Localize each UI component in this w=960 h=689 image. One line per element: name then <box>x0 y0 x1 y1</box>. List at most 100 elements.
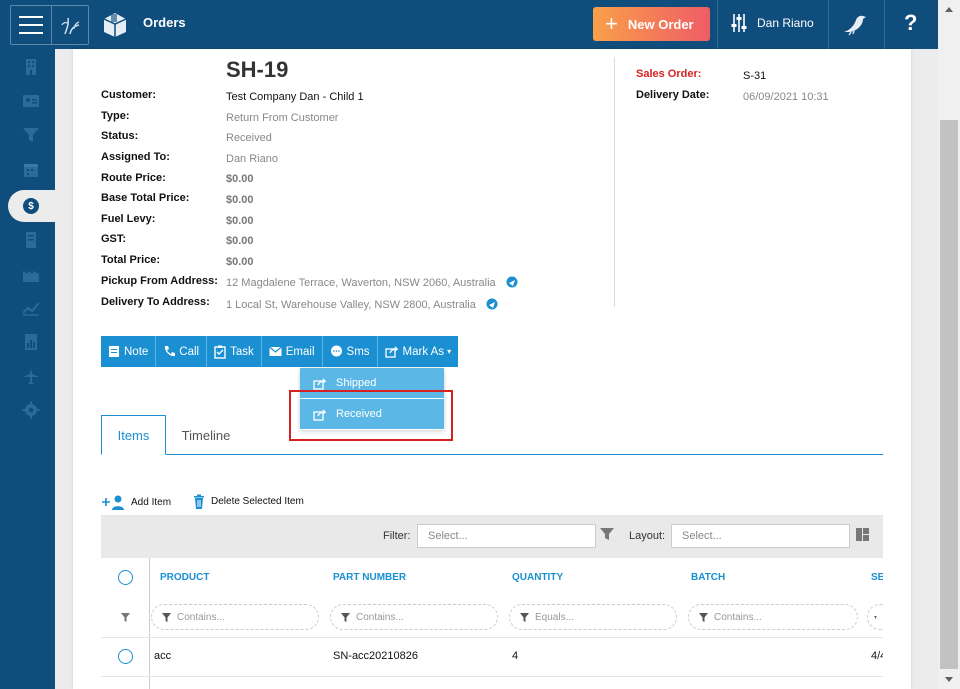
delivery-address-label: Delivery To Address: <box>101 296 210 308</box>
filter-icon <box>874 615 877 619</box>
add-item-button[interactable]: Add Item <box>101 494 171 510</box>
mark-as-button[interactable]: Mark As ▾ <box>377 336 459 367</box>
sidebar-item-calendar[interactable] <box>20 159 42 181</box>
order-detail-card <box>73 49 911 689</box>
sidebar-item-contacts[interactable] <box>20 90 42 112</box>
sidebar-item-filters[interactable] <box>20 124 42 146</box>
delivery-date-value: 06/09/2021 10:31 <box>743 91 829 103</box>
page-title: Orders <box>143 15 186 30</box>
funnel-icon[interactable] <box>600 527 614 541</box>
total-price-value: $0.00 <box>226 256 254 268</box>
row-truncated: 4/4 <box>871 650 883 662</box>
row-quantity: 4 <box>512 650 519 662</box>
sidebar-item-settings[interactable] <box>20 399 42 421</box>
base-total-price-value: $0.00 <box>226 194 254 206</box>
select-all-checkbox[interactable] <box>118 570 133 585</box>
gst-value: $0.00 <box>226 235 254 247</box>
sales-order-value[interactable]: S-31 <box>743 70 766 82</box>
id-card-icon <box>23 95 39 107</box>
envelope-icon <box>268 346 282 356</box>
help-button[interactable]: ? <box>904 10 917 36</box>
building-icon <box>26 59 36 75</box>
tab-items[interactable]: Items <box>101 415 166 455</box>
filter-select[interactable]: Select... <box>417 524 596 548</box>
map-pin-icon[interactable] <box>505 276 519 290</box>
package-icon <box>103 13 127 37</box>
hamburger-icon[interactable] <box>19 16 43 34</box>
base-total-price-label: Base Total Price: <box>101 192 190 204</box>
assigned-to-value: Dan Riano <box>226 153 278 165</box>
new-order-button[interactable]: + New Order <box>593 7 710 41</box>
customer-label: Customer: <box>101 89 157 101</box>
quantity-filter[interactable]: Equals... <box>509 604 677 630</box>
batch-filter[interactable]: Contains... <box>688 604 858 630</box>
filter-icon[interactable] <box>121 613 130 622</box>
layout-select[interactable]: Select... <box>671 524 850 548</box>
email-label: Email <box>285 345 315 358</box>
sidebar-item-buildings[interactable] <box>20 56 42 78</box>
row-checkbox[interactable] <box>118 649 133 664</box>
column-header-product[interactable]: PRODUCT <box>160 572 209 583</box>
user-menu[interactable]: Dan Riano <box>731 13 814 33</box>
filter-icon <box>23 128 39 142</box>
menu-toggle[interactable] <box>10 5 89 45</box>
chat-bubble-icon <box>330 345 342 357</box>
new-order-label: New Order <box>627 16 694 32</box>
caret-down-icon: ▾ <box>447 347 452 356</box>
call-label: Call <box>179 345 200 358</box>
delete-selected-button[interactable]: Delete Selected Item <box>193 494 304 509</box>
plane-icon <box>23 368 39 384</box>
sms-button[interactable]: Sms <box>322 336 378 367</box>
column-header-quantity[interactable]: QUANTITY <box>512 572 563 583</box>
email-button[interactable]: Email <box>261 336 323 367</box>
add-item-label: Add Item <box>131 496 172 508</box>
type-value: Return From Customer <box>226 112 339 124</box>
page-scrollbar[interactable] <box>938 0 960 689</box>
sidebar-item-warehouse[interactable] <box>20 263 42 285</box>
pickup-address-label: Pickup From Address: <box>101 275 218 287</box>
bird-icon[interactable] <box>842 12 868 36</box>
gear-icon <box>22 401 40 419</box>
status-label: Status: <box>101 130 139 142</box>
task-button[interactable]: Task <box>207 336 262 367</box>
brand-logo-icon <box>61 17 80 35</box>
scroll-thumb[interactable] <box>940 120 958 669</box>
mark-as-label: Mark As <box>402 345 445 358</box>
top-bar: Orders + New Order Dan Riano ? <box>0 0 938 49</box>
sidebar-item-integrations[interactable] <box>20 365 42 387</box>
sidebar-item-documents[interactable] <box>20 229 42 251</box>
factory-icon <box>23 271 39 282</box>
delete-selected-label: Delete Selected Item <box>211 496 304 507</box>
product-filter[interactable]: Contains... <box>151 604 319 630</box>
fuel-levy-label: Fuel Levy: <box>101 213 156 225</box>
sales-order-label: Sales Order: <box>636 68 702 80</box>
tab-timeline[interactable]: Timeline <box>166 415 246 455</box>
map-pin-icon[interactable] <box>485 298 499 312</box>
quantity-filter-placeholder: Equals... <box>535 611 574 623</box>
document-icon <box>26 232 36 248</box>
trash-icon <box>194 494 204 509</box>
phone-icon <box>165 346 176 357</box>
status-value: Received <box>226 132 272 144</box>
note-button[interactable]: Note <box>101 336 157 367</box>
filter-icon <box>341 612 350 622</box>
column-header-part-number[interactable]: PART NUMBER <box>333 572 406 583</box>
route-price-value: $0.00 <box>226 173 254 185</box>
sidebar-item-analytics[interactable] <box>20 297 42 319</box>
scroll-down-button[interactable] <box>938 669 960 689</box>
share-icon <box>384 346 399 358</box>
note-label: Note <box>124 345 149 358</box>
sidebar-item-reports[interactable] <box>20 331 42 353</box>
scroll-up-button[interactable] <box>938 0 960 20</box>
layout-grid-icon[interactable] <box>856 528 869 541</box>
column-header-batch[interactable]: BATCH <box>691 572 725 583</box>
delivery-address-row: 1 Local St, Warehouse Valley, NSW 2800, … <box>226 298 499 312</box>
sidebar-item-orders[interactable]: $ <box>8 190 55 222</box>
filter-label: Filter: <box>383 530 411 542</box>
column-header-truncated[interactable]: SE <box>871 572 883 583</box>
row-product: acc <box>154 650 172 662</box>
highlight-box <box>289 390 453 441</box>
part-number-filter[interactable]: Contains... <box>330 604 498 630</box>
call-button[interactable]: Call <box>156 336 208 367</box>
action-toolbar: Note Call Task Email Sms Mark As ▾ <box>101 336 459 367</box>
